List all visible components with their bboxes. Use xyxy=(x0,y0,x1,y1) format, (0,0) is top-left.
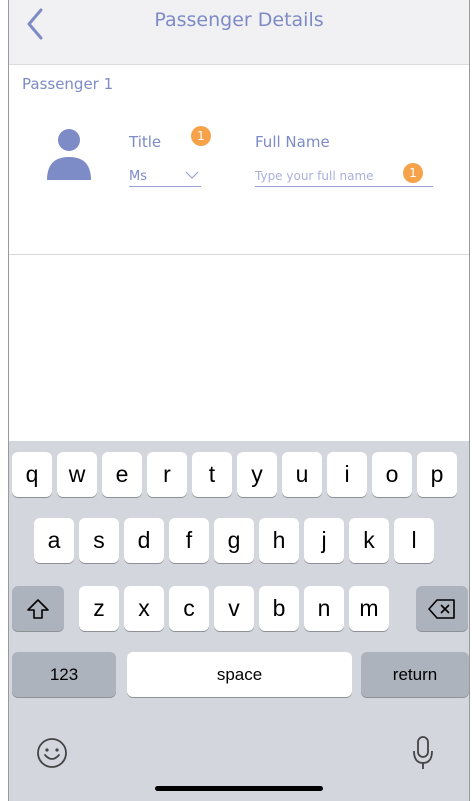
key-w[interactable]: w xyxy=(57,452,97,497)
key-e[interactable]: e xyxy=(102,452,142,497)
title-select-value: Ms xyxy=(129,169,147,184)
chevron-down-icon xyxy=(185,171,199,179)
title-required-badge: 1 xyxy=(191,126,211,146)
key-h[interactable]: h xyxy=(259,518,299,563)
key-q[interactable]: q xyxy=(12,452,52,497)
key-z[interactable]: z xyxy=(79,586,119,631)
key-n[interactable]: n xyxy=(304,586,344,631)
backspace-key[interactable] xyxy=(416,586,468,631)
space-key[interactable]: space xyxy=(127,652,352,697)
key-r[interactable]: r xyxy=(147,452,187,497)
key-t[interactable]: t xyxy=(192,452,232,497)
nav-bar: Passenger Details xyxy=(9,0,469,65)
key-d[interactable]: d xyxy=(124,518,164,563)
key-o[interactable]: o xyxy=(372,452,412,497)
key-j[interactable]: j xyxy=(304,518,344,563)
backspace-icon xyxy=(428,599,455,619)
key-a[interactable]: a xyxy=(34,518,74,563)
emoji-button[interactable] xyxy=(35,736,69,770)
numbers-key[interactable]: 123 xyxy=(12,652,116,697)
key-v[interactable]: v xyxy=(214,586,254,631)
microphone-icon xyxy=(413,736,433,769)
keyboard: q w e r t y u i o p a s d f g h j k l z … xyxy=(9,441,469,801)
key-m[interactable]: m xyxy=(349,586,389,631)
fullname-underline xyxy=(255,186,433,187)
home-indicator xyxy=(155,786,323,791)
key-x[interactable]: x xyxy=(124,586,164,631)
section-divider xyxy=(9,254,469,255)
shift-key[interactable] xyxy=(12,586,64,631)
person-icon xyxy=(47,129,91,180)
key-f[interactable]: f xyxy=(169,518,209,563)
microphone-button[interactable] xyxy=(411,734,435,772)
title-label: Title xyxy=(129,133,162,151)
key-l[interactable]: l xyxy=(394,518,434,563)
fullname-required-badge: 1 xyxy=(403,163,423,183)
return-key[interactable]: return xyxy=(361,652,469,697)
key-p[interactable]: p xyxy=(417,452,457,497)
passenger-section-label: Passenger 1 xyxy=(22,75,114,93)
key-g[interactable]: g xyxy=(214,518,254,563)
fullname-label: Full Name xyxy=(255,133,330,151)
key-i[interactable]: i xyxy=(327,452,367,497)
emoji-icon xyxy=(37,738,67,768)
shift-icon xyxy=(27,599,49,619)
key-u[interactable]: u xyxy=(282,452,322,497)
app-frame: Passenger Details Passenger 1 Title 1 Ms… xyxy=(8,0,470,801)
key-b[interactable]: b xyxy=(259,586,299,631)
key-k[interactable]: k xyxy=(349,518,389,563)
title-select-underline xyxy=(129,186,201,187)
key-s[interactable]: s xyxy=(79,518,119,563)
page-title: Passenger Details xyxy=(154,9,324,31)
key-y[interactable]: y xyxy=(237,452,277,497)
key-c[interactable]: c xyxy=(169,586,209,631)
